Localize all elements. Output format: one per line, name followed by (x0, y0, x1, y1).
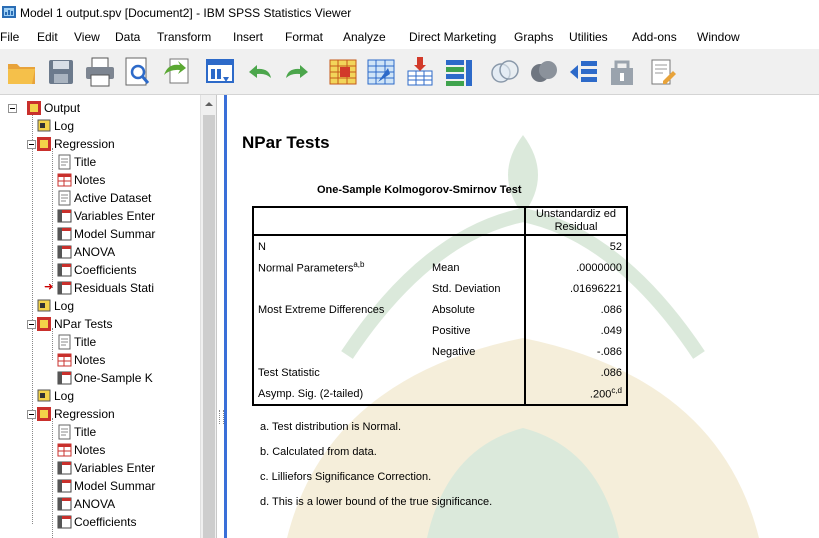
collapse-toggle[interactable] (27, 140, 36, 149)
collapse-toggle[interactable] (27, 410, 36, 419)
outline-scrollbar[interactable] (200, 95, 217, 538)
pivot-table-icon (57, 209, 72, 223)
recall-dialog-icon[interactable] (203, 55, 237, 89)
pivot-table-icon (57, 479, 72, 493)
variables-icon[interactable] (442, 55, 476, 89)
footnote-a: a. Test distribution is Normal. (260, 421, 402, 433)
print-icon[interactable] (83, 55, 117, 89)
export-icon[interactable] (160, 55, 194, 89)
current-item-arrow-icon: ➜ (44, 281, 54, 293)
menu-transform[interactable]: Transform (157, 30, 211, 44)
output-book-icon (27, 101, 41, 115)
outline-pane: Output Log Regression Title Notes Active… (0, 95, 200, 538)
log-icon (37, 389, 51, 402)
menu-format[interactable]: Format (285, 30, 323, 44)
table-row: Most Extreme Differences Absolute .086 (252, 299, 628, 320)
table-row: Normal Parametersa,b Mean .0000000 (252, 257, 628, 278)
title-bar: Model 1 output.spv [Document2] - IBM SPS… (0, 0, 819, 26)
title-icon (58, 154, 71, 170)
goto-case-icon[interactable] (364, 55, 398, 89)
insert-heading-icon[interactable] (645, 55, 679, 89)
open-folder-icon[interactable] (5, 55, 39, 89)
menu-analyze[interactable]: Analyze (343, 30, 386, 44)
output-book-icon (37, 407, 51, 421)
pivot-table-icon (57, 263, 72, 277)
notes-icon (57, 353, 72, 367)
scrollbar-thumb[interactable] (203, 115, 215, 538)
window-title: Model 1 output.spv [Document2] - IBM SPS… (20, 6, 352, 20)
log-icon (37, 119, 51, 132)
log-icon (37, 299, 51, 312)
footnote-c: c. Lilliefors Significance Correction. (260, 471, 432, 483)
spss-app-icon (2, 6, 16, 18)
menu-utilities[interactable]: Utilities (569, 30, 608, 44)
print-preview-icon[interactable] (120, 55, 154, 89)
table-title: One-Sample Kolmogorov-Smirnov Test (317, 184, 522, 196)
menu-add-ons[interactable]: Add-ons (632, 30, 677, 44)
text-output-icon (58, 190, 71, 206)
menu-file[interactable]: File (0, 30, 19, 44)
table-row: Std. Deviation .01696221 (252, 278, 628, 299)
menu-window[interactable]: Window (697, 30, 740, 44)
hide-icon[interactable] (527, 55, 561, 89)
table-row: Asymp. Sig. (2-tailed) .200c,d (252, 383, 628, 406)
undo-icon[interactable] (243, 55, 277, 89)
goto-data-icon[interactable] (326, 55, 360, 89)
output-book-icon (37, 317, 51, 331)
insert-output-icon[interactable] (403, 55, 437, 89)
scroll-up-arrow-icon[interactable] (202, 97, 216, 111)
ks-test-table[interactable]: Unstandardiz ed Residual N 52 Normal Par… (252, 206, 628, 406)
pivot-table-icon (57, 281, 72, 295)
table-header-row: Unstandardiz ed Residual (252, 206, 628, 236)
table-row: Test Statistic .086 (252, 362, 628, 383)
redo-icon[interactable] (280, 55, 314, 89)
pivot-table-icon (57, 371, 72, 385)
menu-data[interactable]: Data (115, 30, 140, 44)
pivot-table-icon (57, 461, 72, 475)
page-title: NPar Tests (242, 133, 330, 152)
footnote-b: b. Calculated from data. (260, 446, 377, 458)
column-header: Unstandardiz ed Residual (524, 206, 628, 236)
title-icon (58, 424, 71, 440)
pivot-table-icon (57, 497, 72, 511)
table-row: Positive .049 (252, 320, 628, 341)
toolbar (0, 49, 819, 95)
menu-insert[interactable]: Insert (233, 30, 263, 44)
menu-direct-marketing[interactable]: Direct Marketing (409, 30, 496, 44)
collapse-toggle[interactable] (8, 104, 17, 113)
menu-edit[interactable]: Edit (37, 30, 58, 44)
table-row: Negative -.086 (252, 341, 628, 362)
output-content-pane: NPar Tests One-Sample Kolmogorov-Smirnov… (227, 95, 819, 538)
pivot-table-icon (57, 245, 72, 259)
output-book-icon (37, 137, 51, 151)
show-all-icon[interactable] (488, 55, 522, 89)
pivot-table-icon (57, 227, 72, 241)
demote-icon[interactable] (606, 55, 640, 89)
promote-icon[interactable] (567, 55, 601, 89)
menu-view[interactable]: View (74, 30, 100, 44)
title-icon (58, 334, 71, 350)
notes-icon (57, 173, 72, 187)
notes-icon (57, 443, 72, 457)
save-icon[interactable] (44, 55, 78, 89)
collapse-toggle[interactable] (27, 320, 36, 329)
menu-graphs[interactable]: Graphs (514, 30, 553, 44)
pivot-table-icon (57, 515, 72, 529)
menu-bar: File Edit View Data Transform Insert For… (0, 27, 819, 47)
footnote-d: d. This is a lower bound of the true sig… (260, 496, 493, 508)
table-row: N 52 (252, 235, 628, 257)
